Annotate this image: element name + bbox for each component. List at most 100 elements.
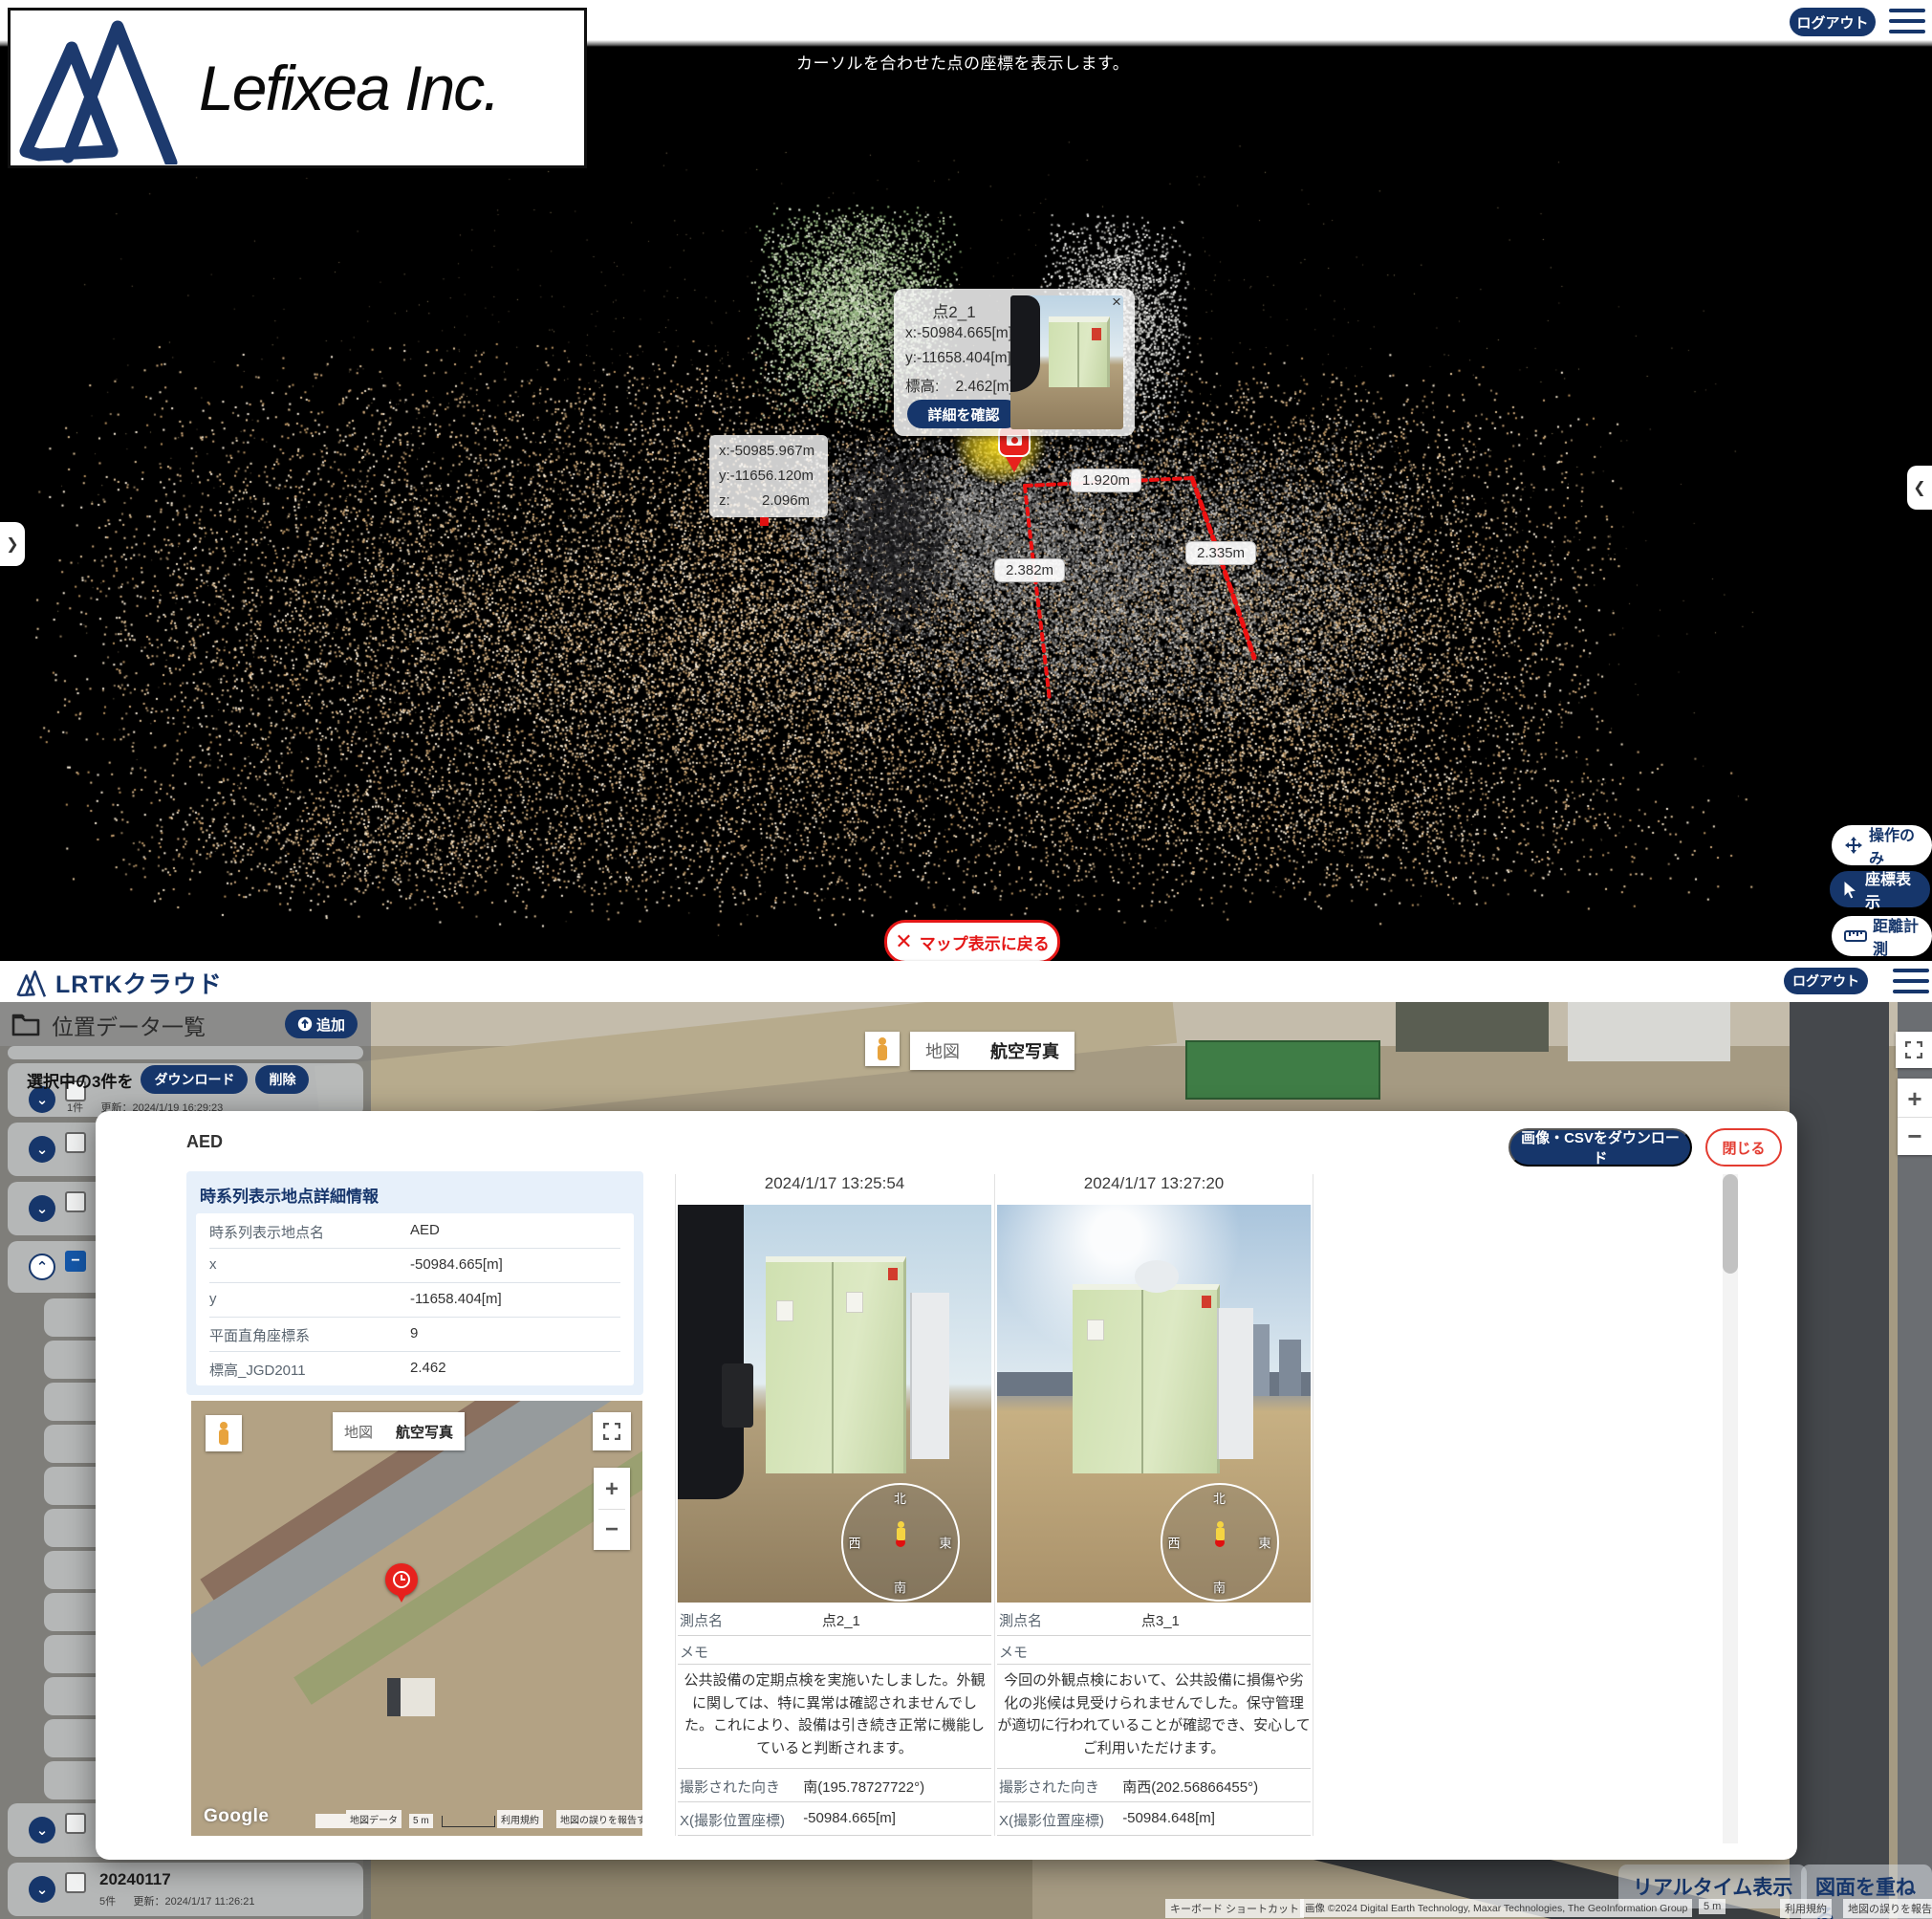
detail-confirm-button[interactable]: 詳細を確認 [907,400,1020,428]
skyline-tower [1279,1340,1301,1395]
group-checkbox-indeterminate[interactable]: − [65,1251,86,1272]
info-row: 平面直角座標系9 [209,1317,620,1352]
minimap-data-label[interactable]: 地図データ [346,1810,402,1828]
logout-button[interactable]: ログアウト [1790,8,1876,36]
mode-move-button[interactable]: 操作のみ [1832,825,1932,865]
keyboard-icon[interactable] [315,1814,346,1828]
zoom-out-icon[interactable]: − [1898,1118,1932,1154]
point-popup-alt: 標高: 2.462[m] [905,375,1013,396]
map-scale-label: 5 m [1699,1899,1726,1914]
modal-close-button[interactable]: 閉じる [1705,1128,1782,1167]
map-credit-label: 画像 ©2024 Digital Earth Technology, Maxar… [1300,1899,1692,1917]
sidebar-item-partial[interactable] [8,1046,363,1059]
map-type-aerial[interactable]: 航空写真 [975,1031,1075,1071]
download-selected-button[interactable]: ダウンロード [141,1065,248,1094]
logout-button-2[interactable]: ログアウト [1784,968,1868,994]
group-checkbox[interactable] [65,1813,86,1834]
pointcloud-canvas[interactable] [0,40,1932,961]
popup-close-icon[interactable]: × [1112,293,1121,312]
zoom-out-icon[interactable]: − [594,1510,630,1549]
minimap-scale-label: 5 m [409,1814,433,1828]
minimap-type-aerial[interactable]: 航空写真 [384,1415,465,1449]
minimap-fullscreen-control[interactable] [593,1412,631,1450]
minimap-zoom-control[interactable]: + − [594,1468,630,1550]
sidebar-group[interactable]: ⌄ 20240117 5件 更新：2024/1/17 11:26:21 [8,1863,363,1916]
map-terms-link[interactable]: 利用規約 [1780,1899,1832,1918]
point-info-panel: 時系列表示地点詳細情報 時系列表示地点名AED x-50984.665[m] y… [186,1171,643,1395]
compass-figure-icon [895,1521,906,1540]
fullscreen-control[interactable] [1896,1032,1932,1068]
chevron-down-circle-icon[interactable]: ⌄ [29,1876,55,1903]
sidebar-title: 位置データ一覧 [52,1009,206,1041]
hamburger-menu-icon[interactable] [1889,9,1925,33]
timeseries-marker-icon[interactable] [385,1563,418,1596]
map-zoom-control[interactable]: +− [1898,1079,1932,1155]
person-figure [678,1205,744,1499]
app-name: LRTKクラウド [55,966,223,1000]
panel-expand-left-tab[interactable]: ❯ [0,522,25,566]
minimap-type-map[interactable]: 地図 [333,1415,384,1449]
map-report-link[interactable]: 地図の誤りを報告する [1843,1899,1932,1918]
camera-marker-tail [1006,457,1023,472]
hover-point-dot [760,517,769,526]
map-building-green [1185,1040,1380,1100]
minimap-report-link[interactable]: 地図の誤りを報告する [556,1810,642,1828]
chevron-down-circle-icon[interactable]: ⌄ [29,1195,55,1222]
fullscreen-icon [603,1423,620,1440]
add-data-button[interactable]: 追加 [285,1010,358,1038]
minimap-shed [387,1678,435,1716]
mode-distance-button[interactable]: 距離計測 [1832,916,1932,956]
group-checkbox[interactable] [65,1872,86,1893]
pegman-icon [217,1422,230,1445]
back-to-map-button[interactable]: ✕ マップ表示に戻る [884,920,1060,964]
point-popup-thumbnail[interactable] [1010,295,1123,429]
zoom-in-icon[interactable]: + [594,1470,630,1509]
measurement-label-right: 2.335m [1185,541,1256,565]
minimap-terms-link[interactable]: 利用規約 [497,1810,543,1828]
close-x-icon: ✕ [895,931,912,952]
hamburger-menu-icon-2[interactable] [1893,969,1929,993]
point-popup-title: 点2_1 [894,298,1014,322]
compass-figure-icon [1214,1521,1226,1540]
memo-label: メモ [997,1636,1311,1665]
app-brand: LRTKクラウド [15,966,223,1000]
group-checkbox[interactable] [65,1191,86,1212]
memo-text: 公共設備の定期点検を実施いたしました。外観に関しては、特に異常は確認されませんで… [678,1665,991,1769]
viewer-caption: カーソルを合わせた点の座標を表示します。 [796,50,1129,74]
point-popup-x: x:-50984.665[m] [905,325,1012,342]
site-photo[interactable]: 北東 南西 [678,1205,991,1603]
green-shed [1073,1284,1220,1472]
location-minimap[interactable]: 地図 航空写真 + − Google 地図データ 5 m 利用規約 地図の誤りを… [191,1401,642,1836]
minimap-type-control[interactable]: 地図 航空写真 [333,1412,465,1450]
panel-expand-right-tab[interactable]: ❮ [1907,466,1932,510]
map-type-control[interactable]: 地図 航空写真 [910,1032,1075,1070]
pointcloud-viewer[interactable]: カーソルを合わせた点の座標を表示します。 Lefixea Inc. ログアウト … [0,0,1932,961]
group-label: 20240117 [99,1870,171,1889]
delete-selected-button[interactable]: 削除 [255,1065,309,1094]
map-shortcuts-label[interactable]: キーボード ショートカット [1165,1899,1304,1918]
company-logo-text: Lefixea Inc. [199,52,499,124]
info-row: y-11658.404[m] [209,1282,620,1318]
move-icon [1844,836,1863,855]
info-table: 時系列表示地点名AED x-50984.665[m] y-11658.404[m… [196,1213,634,1385]
minimap-pegman-control[interactable] [206,1415,242,1451]
modal-scrollbar-track[interactable] [1723,1174,1738,1843]
mode-coords-button[interactable]: 座標表示 [1828,869,1932,909]
point-name-row: 測点名点3_1 [997,1603,1311,1636]
xpos-row: X(撮影位置座標)-50984.648[m] [997,1802,1311,1836]
download-image-csv-button[interactable]: 画像・CSVをダウンロード [1509,1128,1692,1167]
fullscreen-icon [1905,1041,1922,1058]
group-checkbox[interactable] [65,1132,86,1153]
modal-scrollbar-thumb[interactable] [1723,1174,1738,1274]
chevron-down-circle-icon[interactable]: ⌄ [29,1136,55,1163]
site-photo[interactable]: 北東 南西 [997,1205,1311,1603]
map-type-map[interactable]: 地図 [910,1031,975,1071]
chevron-down-circle-icon[interactable]: ⌄ [29,1817,55,1843]
photo-card: 2024/1/17 13:25:54 北東 南西 測点名点2_1 [675,1174,991,1836]
memo-text: 今回の外観点検において、公共設備に損傷や劣化の兆候は見受けられませんでした。保守… [997,1665,1311,1769]
chevron-up-circle-icon[interactable]: ⌃ [29,1254,55,1280]
detail-modal: AED 画像・CSVをダウンロード 閉じる 時系列表示地点詳細情報 時系列表示地… [96,1111,1797,1860]
zoom-in-icon[interactable]: + [1898,1080,1932,1117]
pegman-control[interactable] [865,1032,900,1066]
mode-distance-label: 距離計測 [1873,913,1920,959]
